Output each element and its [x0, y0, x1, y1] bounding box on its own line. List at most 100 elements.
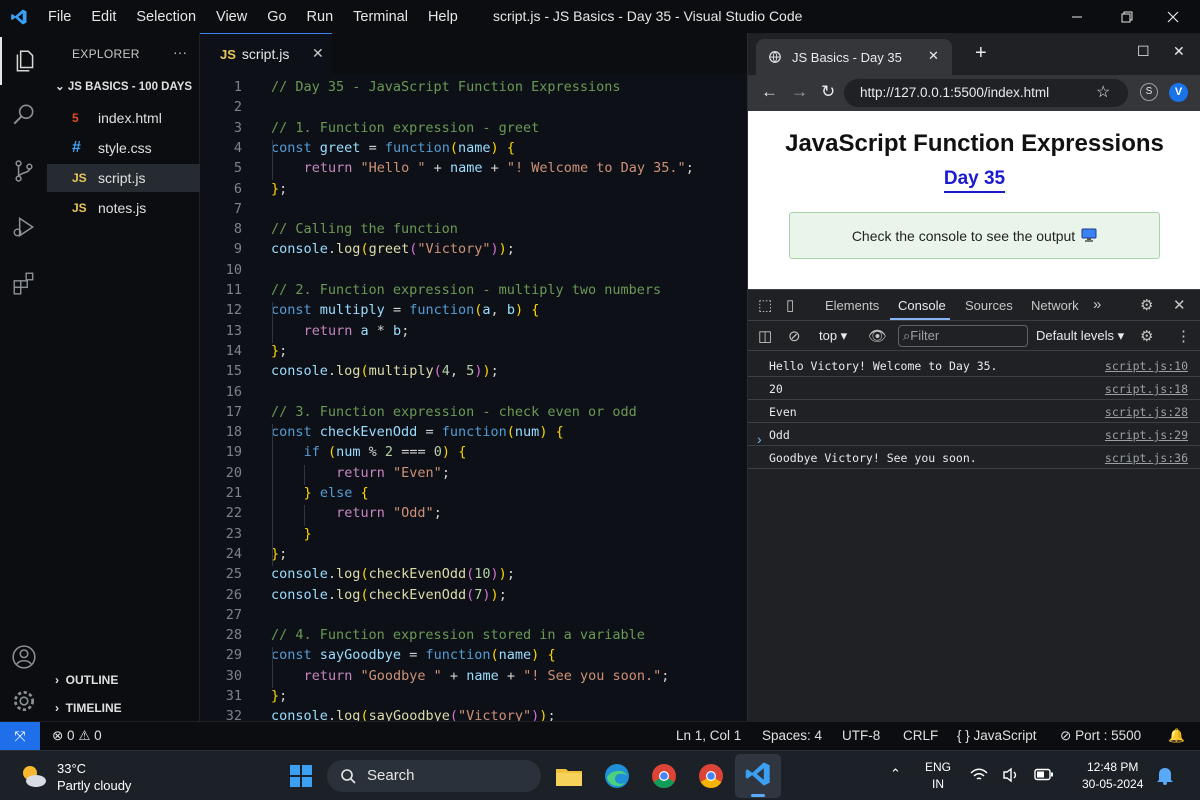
code-line[interactable]: 12 const multiply = function(a, b) {: [200, 302, 747, 322]
language-mode[interactable]: { } JavaScript: [957, 728, 1037, 743]
wifi-icon[interactable]: [970, 768, 988, 782]
live-server-indicator[interactable]: ⊘ Port : 5500: [1060, 728, 1141, 744]
code-line[interactable]: 18 const checkEvenOdd = function(num) {: [200, 424, 747, 444]
code-line[interactable]: 10: [200, 262, 747, 282]
profile-avatar[interactable]: V: [1169, 83, 1188, 102]
code-line[interactable]: 27: [200, 607, 747, 627]
reload-icon[interactable]: ↻: [821, 82, 835, 102]
console-log-source-link[interactable]: script.js:36: [1105, 451, 1188, 465]
clock[interactable]: 12:48 PM 30-05-2024: [1082, 759, 1143, 793]
menu-file[interactable]: File: [38, 9, 81, 25]
code-line[interactable]: 25 console.log(checkEvenOdd(10));: [200, 566, 747, 586]
code-line[interactable]: 16: [200, 384, 747, 404]
clear-console-icon[interactable]: ⊘: [788, 327, 801, 345]
search-activity-button[interactable]: [0, 91, 47, 139]
file-script-js[interactable]: JS script.js: [47, 164, 200, 192]
menu-view[interactable]: View: [206, 9, 257, 25]
maximize-icon[interactable]: ☐: [1137, 43, 1150, 60]
code-line[interactable]: 30 return "Goodbye " + name + "! See you…: [200, 668, 747, 688]
code-line[interactable]: 29 const sayGoodbye = function(name) {: [200, 647, 747, 667]
workspace-folder[interactable]: ⌄ JS BASICS - 100 DAYS: [55, 79, 192, 93]
console-log-source-link[interactable]: script.js:29: [1105, 428, 1188, 442]
console-log-source-link[interactable]: script.js:18: [1105, 382, 1188, 396]
tab-script-js[interactable]: JS script.js ✕: [200, 33, 332, 74]
code-line[interactable]: 15 console.log(multiply(4, 5));: [200, 363, 747, 383]
code-line[interactable]: 28 // 4. Function expression stored in a …: [200, 627, 747, 647]
close-tab-icon[interactable]: ✕: [928, 48, 939, 64]
more-tabs-icon[interactable]: »: [1093, 296, 1101, 313]
taskbar-search[interactable]: Search: [327, 760, 541, 792]
input-language[interactable]: ENG IN: [925, 759, 951, 793]
inspect-element-icon[interactable]: ⬚: [758, 296, 772, 314]
extensions-activity-button[interactable]: [0, 259, 47, 307]
tab-console[interactable]: Console: [898, 298, 946, 313]
context-selector[interactable]: top ▾: [819, 328, 847, 344]
close-icon[interactable]: ✕: [1173, 43, 1185, 60]
code-line[interactable]: 9 console.log(greet("Victory"));: [200, 241, 747, 261]
battery-icon[interactable]: [1034, 768, 1054, 781]
code-line[interactable]: 3 // 1. Function expression - greet: [200, 120, 747, 140]
code-line[interactable]: 17 // 3. Function expression - check even…: [200, 404, 747, 424]
windows-start-icon[interactable]: [285, 760, 317, 792]
close-tab-icon[interactable]: ✕: [312, 45, 324, 62]
remote-indicator[interactable]: ⤧: [0, 722, 40, 750]
weather-widget[interactable]: 33°C Partly cloudy: [57, 760, 131, 794]
chrome-browser-icon[interactable]: [648, 760, 680, 792]
menu-edit[interactable]: Edit: [81, 9, 126, 25]
browser-tab[interactable]: JS Basics - Day 35 ✕: [756, 39, 952, 75]
back-icon[interactable]: ←: [761, 82, 778, 102]
manage-activity-button[interactable]: [0, 677, 47, 725]
menu-terminal[interactable]: Terminal: [343, 9, 418, 25]
more-options-icon[interactable]: ⋮: [1176, 327, 1191, 345]
problems-indicator[interactable]: ⊗ 0 ⚠ 0: [52, 728, 102, 744]
file-explorer-icon[interactable]: [553, 760, 585, 792]
speaker-icon[interactable]: [1002, 767, 1020, 783]
tab-elements[interactable]: Elements: [825, 298, 879, 313]
menu-selection[interactable]: Selection: [126, 9, 206, 25]
sidebar-toggle-icon[interactable]: ◫: [758, 327, 772, 345]
live-expression-eye-icon[interactable]: 👁: [868, 327, 887, 345]
code-line[interactable]: 13 return a * b;: [200, 323, 747, 343]
code-line[interactable]: 5 return "Hello " + name + "! Welcome to…: [200, 160, 747, 180]
line-endings[interactable]: CRLF: [903, 728, 938, 743]
vscode-taskbar-button[interactable]: [735, 754, 781, 798]
accounts-activity-button[interactable]: [0, 633, 47, 681]
console-filter-input[interactable]: ⌕Filter: [898, 325, 1028, 347]
menu-go[interactable]: Go: [257, 9, 296, 25]
run-debug-activity-button[interactable]: [0, 203, 47, 251]
device-toolbar-icon[interactable]: ▯: [786, 296, 794, 314]
notification-bell-icon[interactable]: [1156, 765, 1174, 785]
address-bar[interactable]: http://127.0.0.1:5500/index.html ☆: [844, 79, 1128, 107]
close-devtools-icon[interactable]: ✕: [1173, 296, 1186, 314]
forward-icon[interactable]: →: [791, 82, 808, 102]
code-line[interactable]: 6};: [200, 181, 747, 201]
extension-icon[interactable]: S: [1140, 83, 1158, 101]
indentation[interactable]: Spaces: 4: [762, 728, 822, 743]
code-line[interactable]: 23 }: [200, 526, 747, 546]
log-levels-dropdown[interactable]: Default levels ▾: [1036, 328, 1124, 344]
tab-sources[interactable]: Sources: [965, 298, 1013, 313]
file-index-html[interactable]: 5 index.html: [47, 104, 200, 132]
outline-section[interactable]: › OUTLINE: [55, 673, 118, 687]
code-line[interactable]: 24};: [200, 546, 747, 566]
code-line[interactable]: 8 // Calling the function: [200, 221, 747, 241]
console-log-source-link[interactable]: script.js:28: [1105, 405, 1188, 419]
new-tab-icon[interactable]: +: [975, 42, 987, 65]
console-log-source-link[interactable]: script.js:10: [1105, 359, 1188, 373]
code-line[interactable]: 2: [200, 99, 747, 119]
console-settings-icon[interactable]: ⚙: [1140, 327, 1153, 345]
notifications-bell-icon[interactable]: 🔔: [1168, 728, 1185, 744]
chrome-profile-icon[interactable]: [695, 760, 727, 792]
file-notes-js[interactable]: JS notes.js: [47, 194, 200, 222]
code-line[interactable]: 19 if (num % 2 === 0) {: [200, 444, 747, 464]
encoding[interactable]: UTF-8: [842, 728, 880, 743]
code-line[interactable]: 26 console.log(checkEvenOdd(7));: [200, 587, 747, 607]
code-line[interactable]: 4 const greet = function(name) {: [200, 140, 747, 160]
code-line[interactable]: 22 return "Odd";: [200, 505, 747, 525]
close-window-button[interactable]: [1146, 0, 1200, 33]
code-line[interactable]: 14};: [200, 343, 747, 363]
console-prompt[interactable]: ›: [757, 431, 762, 447]
code-line[interactable]: 31};: [200, 688, 747, 708]
explorer-activity-button[interactable]: [0, 37, 47, 85]
show-hidden-icons-chevron-icon[interactable]: ⌃: [890, 765, 901, 782]
